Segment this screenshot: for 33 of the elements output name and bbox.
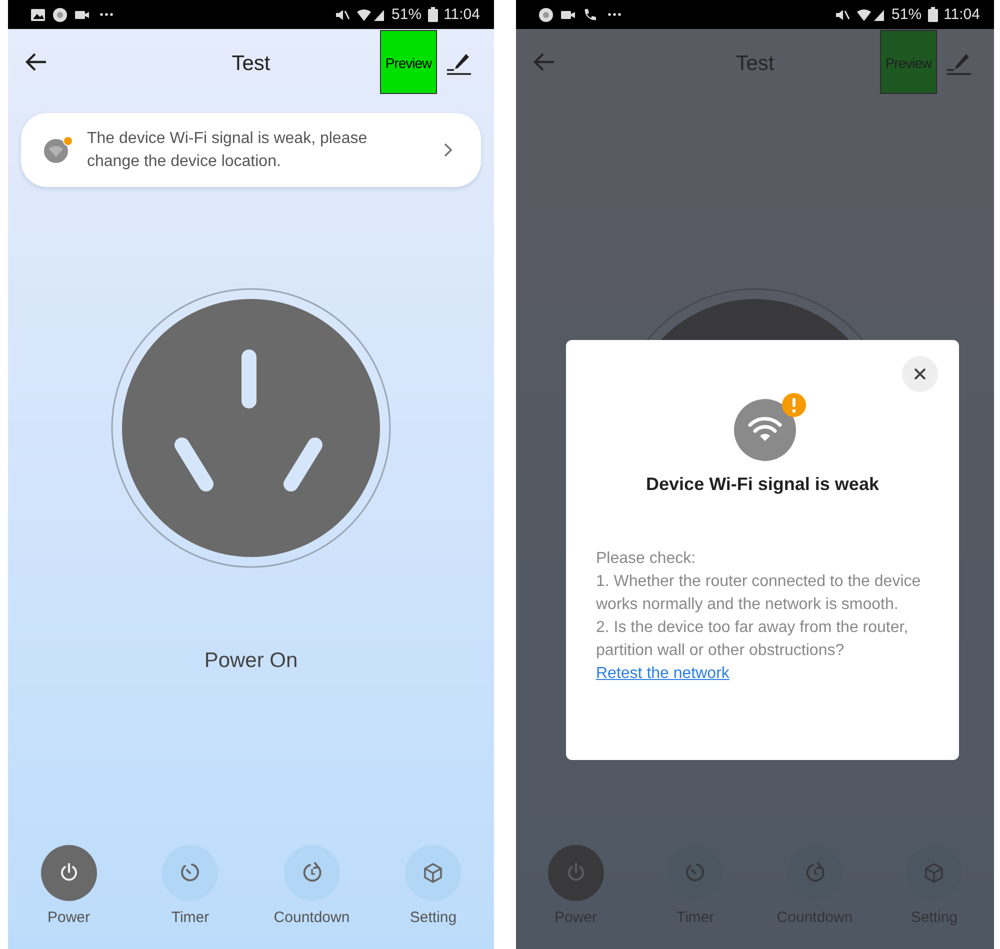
clock-time: 11:04: [944, 6, 980, 23]
weak-wifi-icon: [43, 136, 73, 164]
nav-label: Timer: [171, 909, 210, 926]
retest-link[interactable]: Retest the network: [596, 662, 730, 685]
dialog-text: Please check:: [596, 549, 697, 569]
nav-label: Power: [47, 909, 90, 926]
warning-banner[interactable]: The device Wi-Fi signal is weak, please change the device location.: [21, 113, 481, 187]
back-arrow-icon[interactable]: [25, 53, 47, 71]
wifi-signal-icon: [856, 6, 886, 22]
nav-label: Setting: [410, 909, 457, 926]
chevron-right-icon: [443, 142, 453, 158]
battery-percent: 51%: [392, 6, 422, 23]
clock-time: 11:04: [444, 6, 480, 23]
close-icon: [913, 367, 927, 381]
screen-title: Test: [736, 52, 774, 76]
more-dots-icon: [608, 13, 621, 16]
battery-percent: 51%: [892, 6, 922, 23]
dialog-text: 2. Is the device too far away from the router, partition wall or other obstructions?: [596, 618, 910, 661]
dialog-text: 1. Whether the router connected to the device works normally and the network is smooth.: [596, 572, 921, 615]
battery-icon: [428, 7, 438, 22]
close-button[interactable]: [902, 356, 938, 392]
more-dots-icon: [100, 13, 113, 16]
wifi-signal-icon: [356, 6, 386, 22]
dialog-title: Device Wi-Fi signal is weak: [646, 474, 879, 495]
nav-label: Countdown: [274, 909, 350, 926]
screen-title: Test: [232, 52, 270, 76]
battery-icon: [928, 7, 938, 22]
power-status: Power On: [204, 649, 298, 673]
image-icon: [30, 6, 46, 22]
banner-message: The device Wi-Fi signal is weak, please change the device location.: [87, 129, 368, 172]
preview-button[interactable]: Preview: [380, 30, 437, 94]
weak-wifi-icon: [732, 392, 808, 462]
phone-icon: [582, 6, 598, 22]
